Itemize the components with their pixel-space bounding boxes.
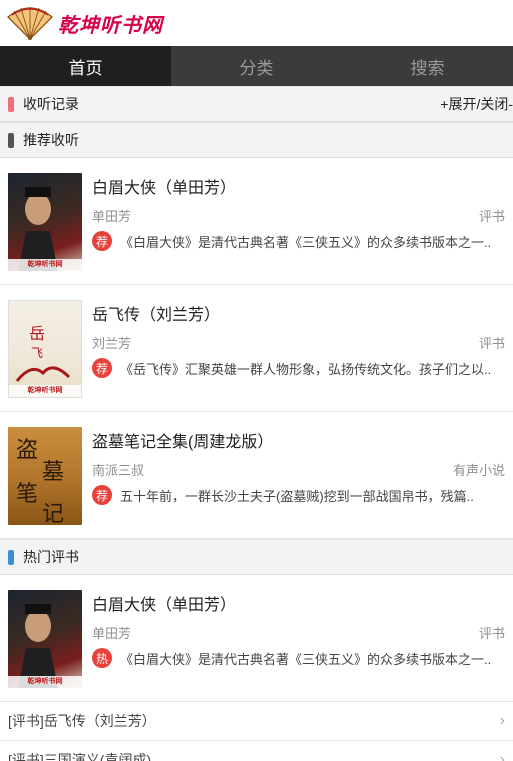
section-marker (8, 549, 14, 565)
section-marker (8, 132, 14, 148)
book-description: 五十年前，一群长沙土夫子(盗墓贼)挖到一部战国帛书，残篇.. (120, 488, 474, 504)
book-cover[interactable]: 乾坤听书网 (8, 590, 82, 688)
svg-text:盗: 盗 (16, 438, 38, 463)
cover-watermark: 乾坤听书网 (8, 676, 82, 688)
book-item[interactable]: 岳 飞 乾坤听书网 岳飞传（刘兰芳） 刘兰芳 评书 荐 《岳飞传》汇聚英雄一群人… (0, 285, 513, 412)
recommend-badge: 荐 (92, 485, 112, 505)
list-item[interactable]: [评书]三国演义(袁阔成) › (0, 741, 513, 761)
header: 乾坤听书网 (0, 0, 513, 46)
book-title[interactable]: 白眉大侠（单田芳） (92, 174, 505, 198)
svg-text:飞: 飞 (31, 346, 43, 360)
cover-watermark: 乾坤听书网 (8, 259, 82, 271)
recommend-list: 乾坤听书网 白眉大侠（单田芳） 单田芳 评书 荐 《白眉大侠》是清代古典名著《三… (0, 158, 513, 539)
fan-logo-icon (7, 7, 53, 40)
cover-art-icon: 盗 墓 笔 记 (16, 438, 64, 525)
site-logo[interactable]: 乾坤听书网 (4, 5, 163, 41)
hot-badge: 热 (92, 648, 112, 668)
book-description: 《白眉大侠》是清代古典名著《三侠五义》的众多续书版本之一.. (120, 651, 492, 667)
hot-section-header: 热门评书 (0, 539, 513, 575)
book-cover[interactable]: 盗 墓 笔 记 (8, 427, 82, 525)
book-author: 单田芳 (92, 626, 132, 641)
cover-art-icon (18, 187, 58, 271)
book-description: 《白眉大侠》是清代古典名著《三侠五义》的众多续书版本之一.. (120, 234, 492, 250)
book-title[interactable]: 盗墓笔记全集(周建龙版） (92, 428, 505, 452)
tab-search[interactable]: 搜索 (342, 46, 513, 86)
cover-watermark: 乾坤听书网 (9, 385, 81, 397)
tab-home[interactable]: 首页 (0, 46, 171, 86)
recommend-badge: 荐 (92, 358, 112, 378)
book-category: 评书 (478, 336, 505, 351)
book-item[interactable]: 盗 墓 笔 记 盗墓笔记全集(周建龙版） 南派三叔 有声小说 荐 五十年前，一群… (0, 412, 513, 539)
cover-art-icon (18, 604, 58, 688)
chevron-right-icon: › (499, 751, 505, 761)
book-item[interactable]: 乾坤听书网 白眉大侠（单田芳） 单田芳 评书 热 《白眉大侠》是清代古典名著《三… (0, 575, 513, 702)
list-item-label: [评书]三国演义(袁阔成) (8, 752, 152, 761)
svg-text:记: 记 (42, 502, 64, 525)
main-nav: 首页 分类 搜索 (0, 46, 513, 86)
section-marker (8, 96, 14, 112)
book-cover[interactable]: 岳 飞 乾坤听书网 (8, 300, 82, 398)
book-item[interactable]: 乾坤听书网 白眉大侠（单田芳） 单田芳 评书 荐 《白眉大侠》是清代古典名著《三… (0, 158, 513, 285)
svg-text:墓: 墓 (42, 460, 64, 485)
recommend-section-header: 推荐收听 (0, 122, 513, 158)
svg-text:笔: 笔 (16, 482, 38, 507)
book-description: 《岳飞传》汇聚英雄一群人物形象，弘扬传统文化。孩子们之以.. (120, 361, 492, 377)
book-author: 单田芳 (92, 209, 132, 224)
svg-text:岳: 岳 (29, 324, 45, 343)
book-author: 刘兰芳 (92, 336, 132, 351)
tab-category[interactable]: 分类 (171, 46, 342, 86)
book-category: 有声小说 (452, 463, 505, 478)
book-category: 评书 (478, 626, 505, 641)
history-toggle-button[interactable]: +展开/关闭- (440, 94, 513, 114)
list-item[interactable]: [评书]岳飞传（刘兰芳） › (0, 702, 513, 741)
list-item-label: [评书]岳飞传（刘兰芳） (8, 713, 156, 729)
section-title: 热门评书 (23, 549, 79, 565)
logo-text: 乾坤听书网 (58, 12, 163, 37)
section-title: 推荐收听 (23, 132, 79, 148)
book-title[interactable]: 白眉大侠（单田芳） (92, 591, 505, 615)
book-author: 南派三叔 (92, 463, 145, 478)
section-title: 收听记录 (23, 96, 79, 112)
book-category: 评书 (478, 209, 505, 224)
hot-list: 乾坤听书网 白眉大侠（单田芳） 单田芳 评书 热 《白眉大侠》是清代古典名著《三… (0, 575, 513, 761)
recommend-badge: 荐 (92, 231, 112, 251)
history-section-header: 收听记录 +展开/关闭- (0, 86, 513, 122)
chevron-right-icon: › (499, 712, 505, 729)
book-title[interactable]: 岳飞传（刘兰芳） (92, 301, 505, 325)
cover-art-icon: 岳 飞 (15, 324, 71, 382)
book-cover[interactable]: 乾坤听书网 (8, 173, 82, 271)
